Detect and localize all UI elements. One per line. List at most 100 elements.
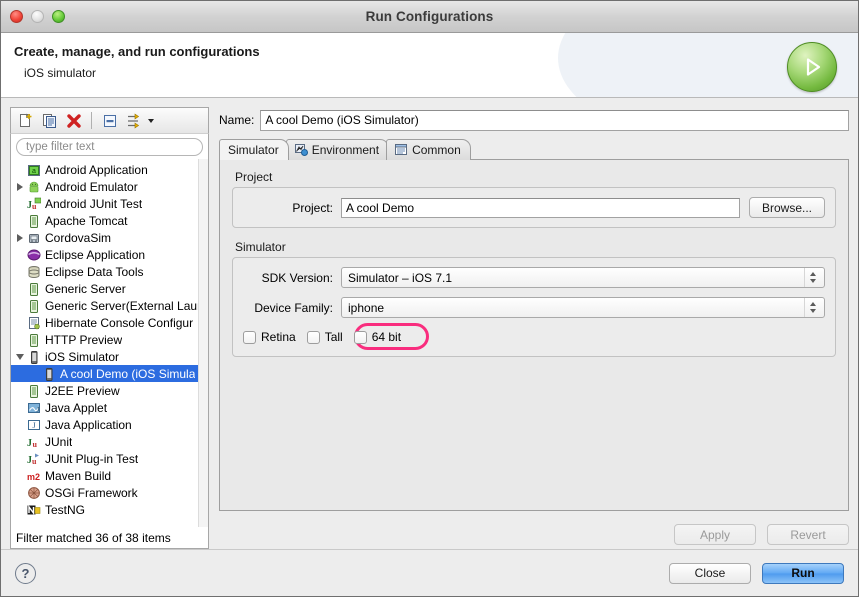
tree-item[interactable]: TestNG [11,501,208,518]
tree-item[interactable]: HTTP Preview [11,331,208,348]
tree-item[interactable]: CordovaSim [11,229,208,246]
tree-item[interactable]: OSGi Framework [11,484,208,501]
configurations-panel: aAndroid ApplicationAndroid EmulatorJuAn… [10,107,209,549]
tree-item[interactable]: Eclipse Application [11,246,208,263]
simulator-group-title: Simulator [232,240,836,254]
sixtyfour-bit-checkbox[interactable]: 64 bit [354,330,401,344]
tree-item[interactable]: Generic Server [11,280,208,297]
tab-common[interactable]: Common [386,139,471,160]
filter-status-label: Filter matched 36 of 38 items [10,527,209,549]
tree-item[interactable]: m2 Maven Build [11,467,208,484]
collapse-all-icon[interactable] [99,111,120,131]
device-family-select[interactable]: iphone [341,297,825,318]
tree-scrollbar[interactable] [198,159,208,527]
simulator-group-box: SDK Version: Simulator – iOS 7.1 Device … [232,257,836,357]
zoom-window-button[interactable] [52,10,65,23]
tree-item[interactable]: aAndroid Application [11,161,208,178]
retina-checkbox-box[interactable] [243,331,256,344]
close-window-button[interactable] [10,10,23,23]
revert-button[interactable]: Revert [767,524,849,545]
tree-item-label: Android Application [45,163,148,177]
dialog-body: aAndroid ApplicationAndroid EmulatorJuAn… [1,98,858,549]
project-group-box: Project: Browse... [232,187,836,228]
sixtyfour-bit-checkbox-box[interactable] [354,331,367,344]
apply-button[interactable]: Apply [674,524,756,545]
filter-input[interactable] [16,138,203,156]
chevron-right-icon[interactable] [13,234,26,242]
tree-item[interactable]: iOS Simulator [11,348,208,365]
chevron-down-icon[interactable] [13,354,26,360]
name-input[interactable] [260,110,849,131]
tree-item[interactable]: Apache Tomcat [11,212,208,229]
simulator-options-row: Retina Tall 64 bit [243,327,825,347]
tree-item[interactable]: JJava Application [11,416,208,433]
tree-item-label: Android Emulator [45,180,138,194]
chevron-down-icon[interactable] [148,119,154,123]
panel-splitter[interactable] [209,107,219,549]
server-icon [26,281,42,296]
close-button[interactable]: Close [669,563,751,584]
chevron-right-icon[interactable] [13,183,26,191]
tree-item-label: J2EE Preview [45,384,120,398]
sdk-version-stepper-icon[interactable] [804,268,820,287]
tree-item-label: Eclipse Data Tools [45,265,144,279]
tree-item[interactable]: J2EE Preview [11,382,208,399]
tab-simulator-label: Simulator [228,143,279,157]
new-configuration-icon[interactable] [15,111,36,131]
device-family-stepper-icon[interactable] [804,298,820,317]
svg-text:J: J [27,438,32,449]
help-icon[interactable]: ? [15,563,36,584]
svg-text:m2: m2 [27,472,40,482]
filter-field-container [10,133,209,159]
run-button[interactable]: Run [762,563,844,584]
tab-simulator[interactable]: Simulator [219,139,289,160]
tall-checkbox[interactable]: Tall [307,330,343,344]
eclipse-application-icon [26,247,42,262]
retina-checkbox-label: Retina [261,330,296,344]
tree-item[interactable]: Generic Server(External Laun [11,297,208,314]
sdk-version-row: SDK Version: Simulator – iOS 7.1 [243,267,825,288]
tall-checkbox-box[interactable] [307,331,320,344]
window-controls [10,10,65,23]
project-group-title: Project [232,170,836,184]
dialog-header: Create, manage, and run configurations i… [1,33,858,98]
tree-item-label: Java Applet [45,401,107,415]
tree-item-label: TestNG [45,503,85,517]
delete-configuration-icon[interactable] [63,111,84,131]
tree-item-label: HTTP Preview [45,333,122,347]
tree-item-label: Maven Build [45,469,111,483]
server-icon [26,332,42,347]
tree-item[interactable]: Eclipse Data Tools [11,263,208,280]
tree-item-selected[interactable]: A cool Demo (iOS Simula [11,365,208,382]
duplicate-configuration-icon[interactable] [39,111,60,131]
java-application-icon: J [26,417,42,432]
maven-icon: m2 [26,468,42,483]
tree-item-label: JUnit Plug-in Test [45,452,138,466]
editor-tabs: Simulator Environment [219,138,849,160]
tree-item-label: Apache Tomcat [45,214,128,228]
minimize-window-button[interactable] [31,10,44,23]
tab-environment[interactable]: Environment [286,139,389,160]
project-input[interactable] [341,198,740,218]
tree-item[interactable]: Android Emulator [11,178,208,195]
tree-item[interactable]: JuAndroid JUnit Test [11,195,208,212]
tree-item[interactable]: JuJUnit [11,433,208,450]
run-configurations-window: Run Configurations Create, manage, and r… [0,0,859,597]
dialog-footer: ? Close Run [1,549,858,596]
tree-item[interactable]: JuJUnit Plug-in Test [11,450,208,467]
sixtyfour-bit-checkbox-label: 64 bit [372,330,401,344]
retina-checkbox[interactable]: Retina [243,330,296,344]
hibernate-icon [26,315,42,330]
tree-item[interactable]: JJava Applet [11,399,208,416]
junit-plugin-icon: Ju [26,451,42,466]
device-family-label: Device Family: [243,301,341,315]
filter-launch-configurations-icon[interactable] [123,111,144,131]
sdk-version-select[interactable]: Simulator – iOS 7.1 [341,267,825,288]
tree-item-label: Android JUnit Test [45,197,142,211]
tree-item-label: Hibernate Console Configur [45,316,193,330]
browse-button[interactable]: Browse... [749,197,825,218]
junit-icon: Ju [26,434,42,449]
tree-item-label: Generic Server(External Laun [45,299,204,313]
tree-item[interactable]: Hibernate Console Configur [11,314,208,331]
configurations-tree[interactable]: aAndroid ApplicationAndroid EmulatorJuAn… [10,159,209,527]
